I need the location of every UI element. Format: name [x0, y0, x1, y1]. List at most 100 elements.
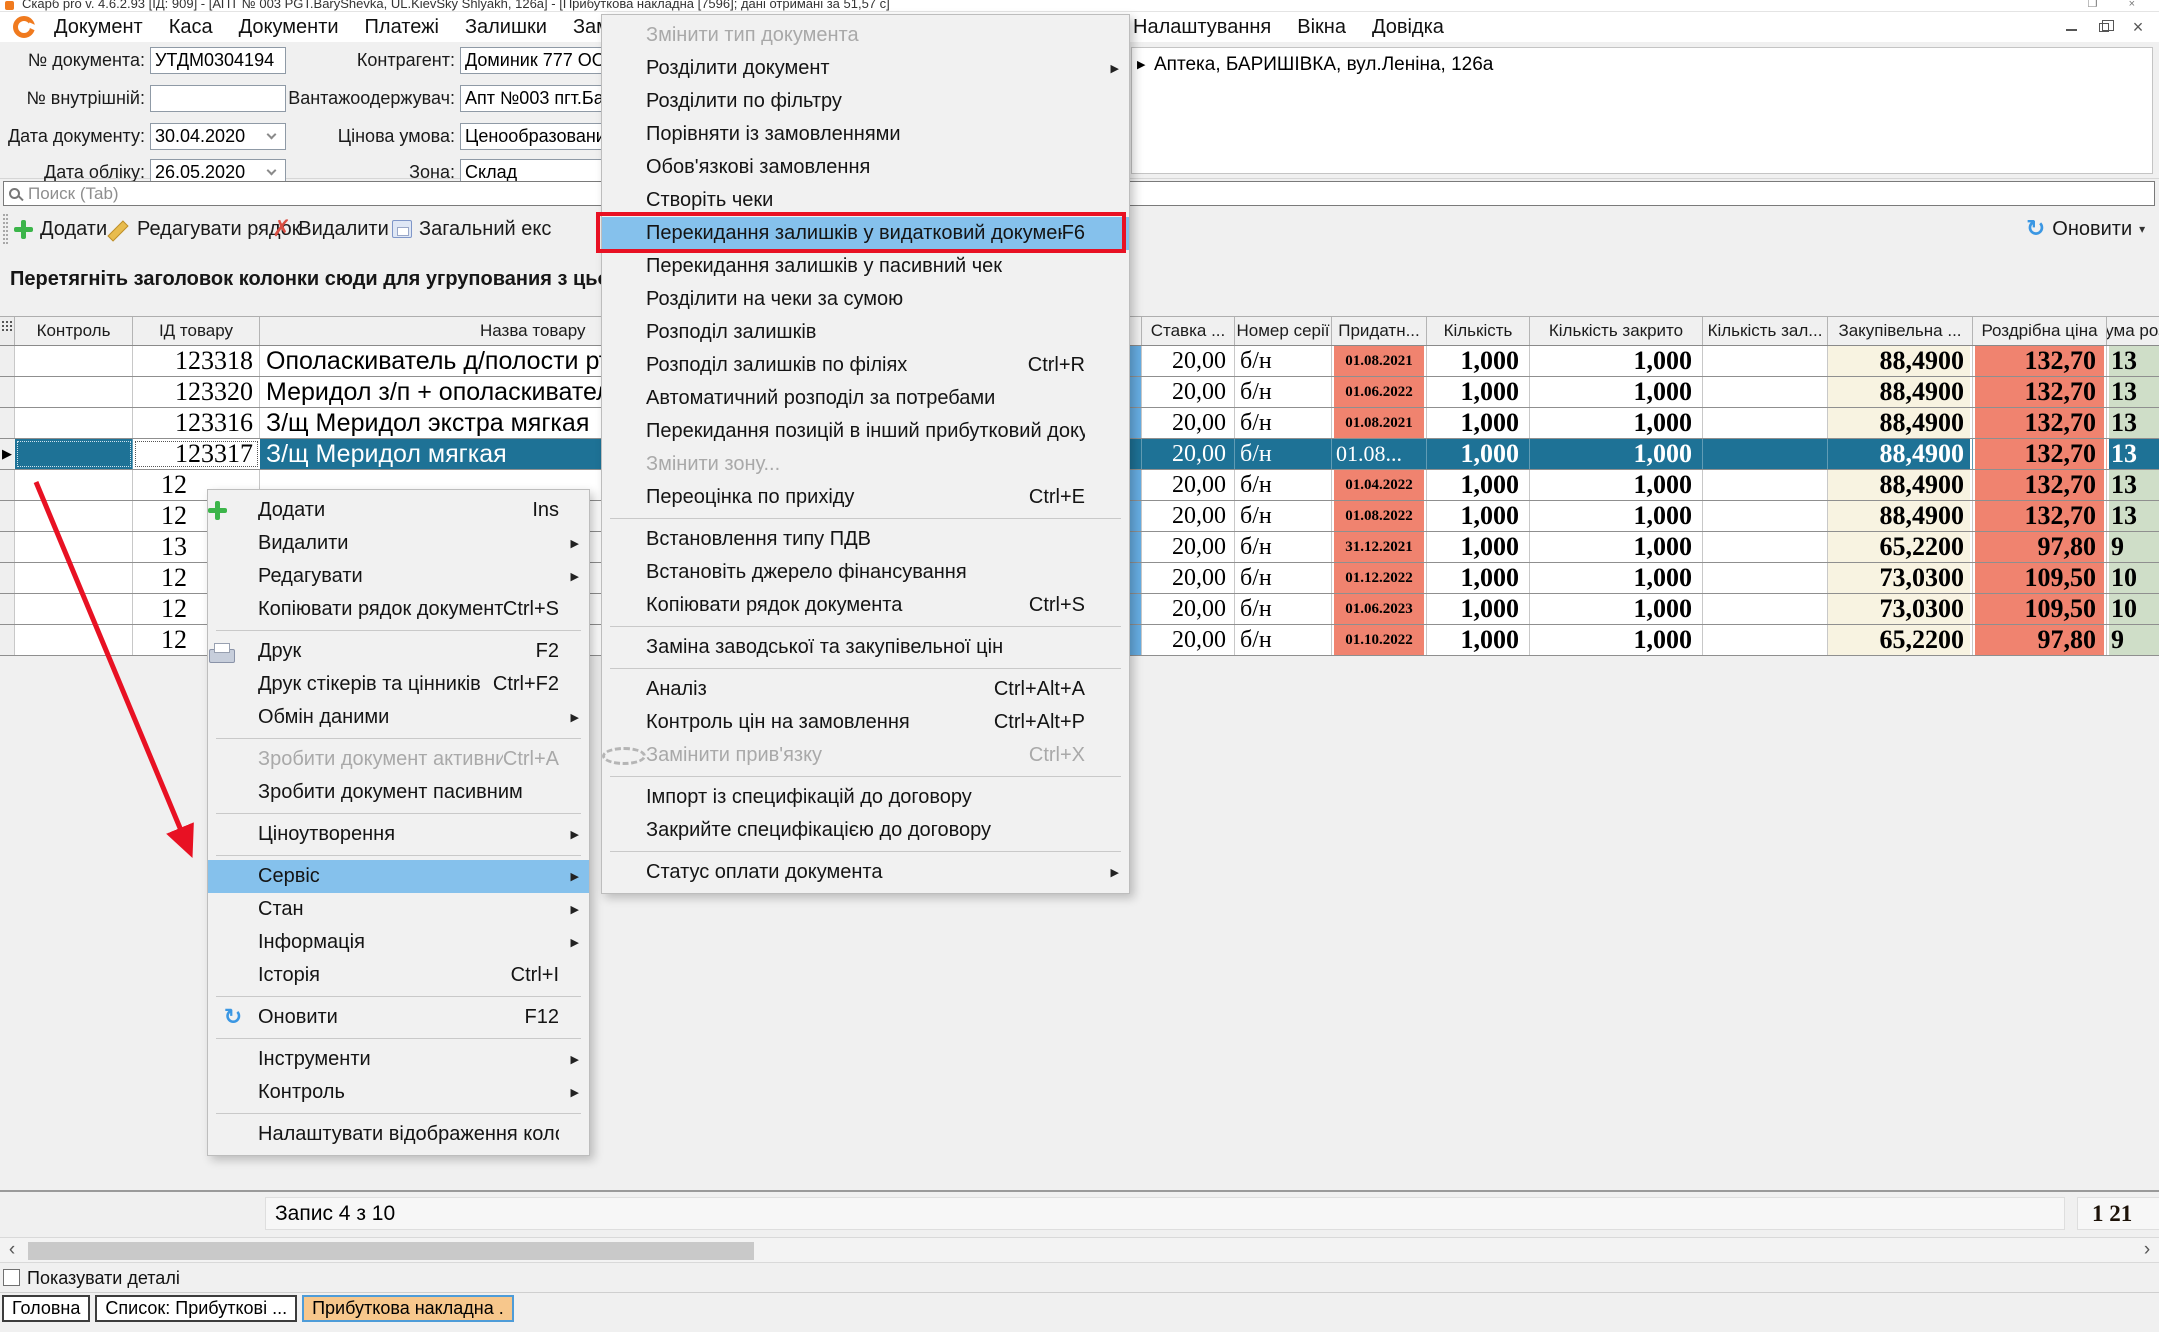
menu-item[interactable]: Контроль▶	[208, 1076, 589, 1109]
cell-retail[interactable]: 109,50	[1973, 563, 2107, 593]
cell-series[interactable]: б/н	[1235, 532, 1332, 562]
cell-marker[interactable]	[0, 408, 15, 438]
minimize-button[interactable]	[2066, 23, 2077, 31]
menu-item[interactable]: ІсторіяCtrl+I	[208, 959, 589, 992]
price-condition-field[interactable]: Ценообразование	[460, 123, 610, 150]
cell-qty[interactable]: 1,000	[1427, 501, 1530, 531]
cell-expiry[interactable]: 01.08.2022	[1332, 501, 1427, 531]
header-cell-series[interactable]: Номер серії	[1235, 317, 1332, 345]
menubar-item[interactable]: Документи	[226, 12, 352, 42]
menu-item[interactable]: Контроль цін на замовленняCtrl+Alt+P	[602, 706, 1129, 739]
cell-qty[interactable]: 1,000	[1427, 470, 1530, 500]
cell-retail[interactable]: 132,70	[1973, 408, 2107, 438]
menubar-item[interactable]: Налаштування	[1120, 12, 1284, 42]
cell-sum[interactable]: 13	[2107, 377, 2159, 407]
cell-vat[interactable]: 20,00	[1142, 501, 1235, 531]
cell-retail[interactable]: 132,70	[1973, 439, 2107, 469]
cell-marker[interactable]	[0, 470, 15, 500]
cell-retail[interactable]: 132,70	[1973, 470, 2107, 500]
menu-item[interactable]: Інструменти▶	[208, 1043, 589, 1076]
cell-vat[interactable]: 20,00	[1142, 625, 1235, 655]
cell-vat[interactable]: 20,00	[1142, 408, 1235, 438]
cell-marker[interactable]	[0, 377, 15, 407]
menu-item[interactable]: Порівняти із замовленнями	[602, 118, 1129, 151]
menubar-item[interactable]: Каса	[156, 12, 226, 42]
menu-item[interactable]: ДодатиIns	[208, 494, 589, 527]
cell-marker[interactable]	[0, 501, 15, 531]
cell-vat[interactable]: 20,00	[1142, 470, 1235, 500]
cell-qty_closed[interactable]: 1,000	[1530, 501, 1703, 531]
cell-qty[interactable]: 1,000	[1427, 563, 1530, 593]
menu-item[interactable]: Імпорт із специфікацій до договору	[602, 781, 1129, 814]
cell-vat[interactable]: 20,00	[1142, 594, 1235, 624]
consignee-field[interactable]: Апт №003 пгт.Бар	[460, 85, 610, 112]
menu-item[interactable]: Переоцінка по прихідуCtrl+E	[602, 481, 1129, 514]
cell-purchase[interactable]: 65,2200	[1828, 625, 1973, 655]
cell-purchase[interactable]: 88,4900	[1828, 439, 1973, 469]
menu-item[interactable]: Обмін даними▶	[208, 701, 589, 734]
cell-marker[interactable]	[0, 532, 15, 562]
cell-vat[interactable]: 20,00	[1142, 377, 1235, 407]
cell-expiry[interactable]: 01.10.2022	[1332, 625, 1427, 655]
cell-id[interactable]: 123320	[133, 377, 260, 407]
menu-item[interactable]: Видалити▶	[208, 527, 589, 560]
cell-expiry[interactable]: 01.08.2021	[1332, 408, 1427, 438]
tab-прибуткова[interactable]: Прибуткова накладна .	[302, 1295, 514, 1322]
menu-item[interactable]: АналізCtrl+Alt+A	[602, 673, 1129, 706]
cell-control[interactable]	[15, 625, 133, 655]
menu-item[interactable]: Статус оплати документа▶	[602, 856, 1129, 889]
cell-qty[interactable]: 1,000	[1427, 377, 1530, 407]
cell-qty[interactable]: 1,000	[1427, 439, 1530, 469]
header-cell-marker[interactable]	[0, 317, 15, 345]
tab-головна[interactable]: Головна	[2, 1295, 90, 1322]
cell-control[interactable]	[15, 346, 133, 376]
cell-qty[interactable]: 1,000	[1427, 625, 1530, 655]
cell-qty_closed[interactable]: 1,000	[1530, 439, 1703, 469]
cell-purchase[interactable]: 73,0300	[1828, 594, 1973, 624]
menu-item[interactable]: Перекидання залишків у пасивний чек	[602, 250, 1129, 283]
cell-control[interactable]	[15, 470, 133, 500]
cell-series[interactable]: б/н	[1235, 563, 1332, 593]
cell-retail[interactable]: 97,80	[1973, 532, 2107, 562]
cell-series[interactable]: б/н	[1235, 377, 1332, 407]
cell-sum[interactable]: 13	[2107, 470, 2159, 500]
cell-qty_closed[interactable]: 1,000	[1530, 594, 1703, 624]
header-cell-qty_left[interactable]: Кількість зал...	[1703, 317, 1828, 345]
cell-marker[interactable]	[0, 346, 15, 376]
cell-vat[interactable]: 20,00	[1142, 563, 1235, 593]
header-cell-control[interactable]: Контроль	[15, 317, 133, 345]
cell-series[interactable]: б/н	[1235, 470, 1332, 500]
header-cell-purchase[interactable]: Закупівельна ...	[1828, 317, 1973, 345]
menu-item[interactable]: Копіювати рядок документаCtrl+S	[208, 593, 589, 626]
cell-sum[interactable]: 13	[2107, 501, 2159, 531]
header-cell-qty_closed[interactable]: Кількість закрито	[1530, 317, 1703, 345]
menu-item[interactable]: Інформація▶	[208, 926, 589, 959]
cell-retail[interactable]: 132,70	[1973, 501, 2107, 531]
cell-expiry[interactable]: 01.08...	[1332, 439, 1427, 469]
cell-purchase[interactable]: 73,0300	[1828, 563, 1973, 593]
header-cell-vat[interactable]: Ставка ...	[1142, 317, 1235, 345]
scroll-right-arrow-icon[interactable]: ›	[2137, 1238, 2157, 1262]
menu-item[interactable]: Розділити документ▶	[602, 52, 1129, 85]
cell-sum[interactable]: 13	[2107, 439, 2159, 469]
cell-sum[interactable]: 13	[2107, 346, 2159, 376]
cell-control[interactable]	[15, 439, 133, 469]
cell-sum[interactable]: 9	[2107, 532, 2159, 562]
cell-control[interactable]	[15, 501, 133, 531]
cell-qty_closed[interactable]: 1,000	[1530, 470, 1703, 500]
cell-qty_left[interactable]	[1703, 377, 1828, 407]
cell-expiry[interactable]: 01.08.2021	[1332, 346, 1427, 376]
header-cell-expiry[interactable]: Придатн...	[1332, 317, 1427, 345]
cell-qty_closed[interactable]: 1,000	[1530, 563, 1703, 593]
menubar-item[interactable]: Залишки	[452, 12, 560, 42]
cell-retail[interactable]: 132,70	[1973, 377, 2107, 407]
cell-qty[interactable]: 1,000	[1427, 594, 1530, 624]
cell-series[interactable]: б/н	[1235, 439, 1332, 469]
menubar-item[interactable]: Платежі	[352, 12, 452, 42]
header-cell-retail[interactable]: Роздрібна ціна	[1973, 317, 2107, 345]
menu-item[interactable]: Друк стікерів та цінниківCtrl+F2	[208, 668, 589, 701]
menu-item[interactable]: Стан▶	[208, 893, 589, 926]
cell-id[interactable]: 123316	[133, 408, 260, 438]
menu-item[interactable]: Закрийте специфікацією до договору	[602, 814, 1129, 847]
cell-qty_left[interactable]	[1703, 439, 1828, 469]
